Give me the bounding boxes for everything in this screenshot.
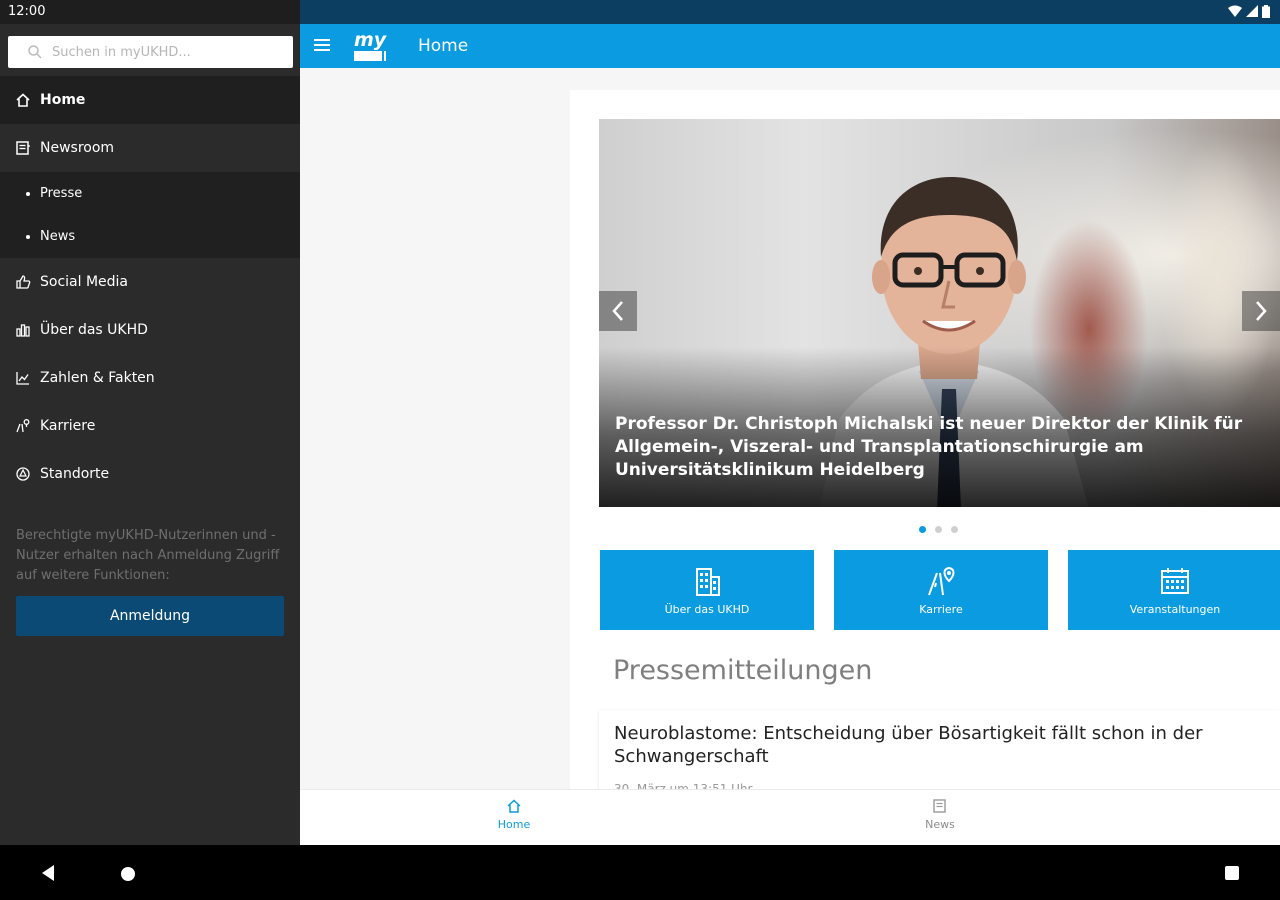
carousel-next-button[interactable] [1242,291,1280,331]
tile-label: Über das UKHD [664,602,750,616]
drawer-item-label: Über das UKHD [40,322,148,338]
search-input[interactable] [52,42,282,62]
login-button[interactable]: Anmeldung [16,596,284,636]
drawer-item-zahlen-fakten[interactable]: Zahlen & Fakten [0,354,300,402]
navigation-drawer: 12:00 Home Newsroom Presse News Social M… [0,0,300,845]
system-icons [1228,5,1270,18]
chevron-left-icon [612,301,623,321]
drawer-item-ueber-das-ukhd[interactable]: Über das UKHD [0,306,300,354]
drawer-item-presse[interactable]: Presse [0,172,300,215]
section-title: Pressemitteilungen [613,655,873,686]
bottom-nav-label: News [925,818,955,831]
drawer-item-karriere[interactable]: Karriere [0,402,300,450]
drawer-item-standorte[interactable]: Standorte [0,450,300,498]
svg-text:my: my [354,29,388,51]
home-content: Professor Dr. Christoph Michalski ist ne… [570,90,1280,790]
drawer-item-label: Zahlen & Fakten [40,370,155,386]
home-icon [16,93,30,107]
page-title: Home [418,36,469,56]
drawer-item-news[interactable]: News [0,215,300,258]
bullet-icon [26,234,30,239]
home-button-icon[interactable] [121,867,135,881]
drawer-item-social-media[interactable]: Social Media [0,258,300,306]
drawer-item-home[interactable]: Home [0,76,300,124]
building-icon [696,567,720,596]
system-navigation-bar [0,845,1280,900]
press-release-card[interactable]: Neuroblastome: Entscheidung über Bösarti… [599,710,1280,790]
drawer-item-label: Social Media [40,274,129,290]
tile-veranstaltungen[interactable]: Veranstaltungen [1068,550,1280,630]
location-icon [16,467,30,481]
carousel-prev-button[interactable] [599,291,637,331]
carousel-dot[interactable] [935,526,942,533]
quick-link-tiles: Über das UKHD Karriere Veranstaltungen [600,550,1280,630]
tile-label: Karriere [919,602,963,616]
recent-apps-icon[interactable] [1225,866,1239,880]
wifi-icon [1228,5,1242,17]
carousel-dot-active[interactable] [919,526,926,533]
back-icon[interactable] [40,864,56,882]
drawer-item-label: News [40,229,76,244]
chevron-right-icon [1256,301,1267,321]
thumbs-up-icon [16,275,31,289]
app-bar: my Home [300,24,1280,68]
bottom-navigation: Home News [300,789,1280,845]
status-bar-left: 12:00 [0,0,300,24]
search-box[interactable] [8,36,293,68]
newspaper-icon [16,141,30,155]
tile-label: Veranstaltungen [1129,602,1221,616]
career-icon [928,566,955,595]
article-title[interactable]: Neuroblastome: Entscheidung über Bösarti… [614,722,1254,768]
career-path-icon [16,419,30,433]
news-icon [933,799,946,813]
bottom-nav-news[interactable]: News [910,798,970,831]
bottom-nav-label: Home [497,818,531,831]
bullet-icon [26,191,30,196]
bottom-nav-home[interactable]: Home [484,798,544,831]
login-hint-text: Berechtigte myUKHD-Nutzerinnen und -Nutz… [16,528,280,583]
status-bar-right [300,0,1280,24]
carousel-dot[interactable] [951,526,958,533]
menu-icon[interactable] [314,38,330,52]
drawer-item-label: Karriere [40,418,96,434]
drawer-item-label: Newsroom [40,140,115,156]
drawer-item-newsroom[interactable]: Newsroom [0,124,300,172]
news-carousel[interactable]: Professor Dr. Christoph Michalski ist ne… [599,119,1280,507]
home-icon [507,799,521,813]
carousel-caption[interactable]: Professor Dr. Christoph Michalski ist ne… [615,413,1255,482]
main-area: my Home Professor Dr. Christoph Michalsk… [300,0,1280,845]
drawer-item-label: Home [40,92,86,108]
tile-karriere[interactable]: Karriere [834,550,1048,630]
search-icon [28,45,42,59]
battery-icon [1262,5,1270,18]
tile-ueber-das-ukhd[interactable]: Über das UKHD [600,550,814,630]
myukhd-logo: my [354,29,388,61]
calendar-icon [1161,567,1189,594]
drawer-item-label: Standorte [40,466,110,482]
drawer-menu: Home Newsroom Presse News Social Media Ü… [0,76,300,498]
line-chart-icon [16,372,29,385]
drawer-item-label: Presse [40,186,83,201]
building-chart-icon [16,324,30,337]
carousel-indicator [919,526,958,533]
signal-icon [1246,5,1258,17]
status-clock: 12:00 [8,4,46,19]
